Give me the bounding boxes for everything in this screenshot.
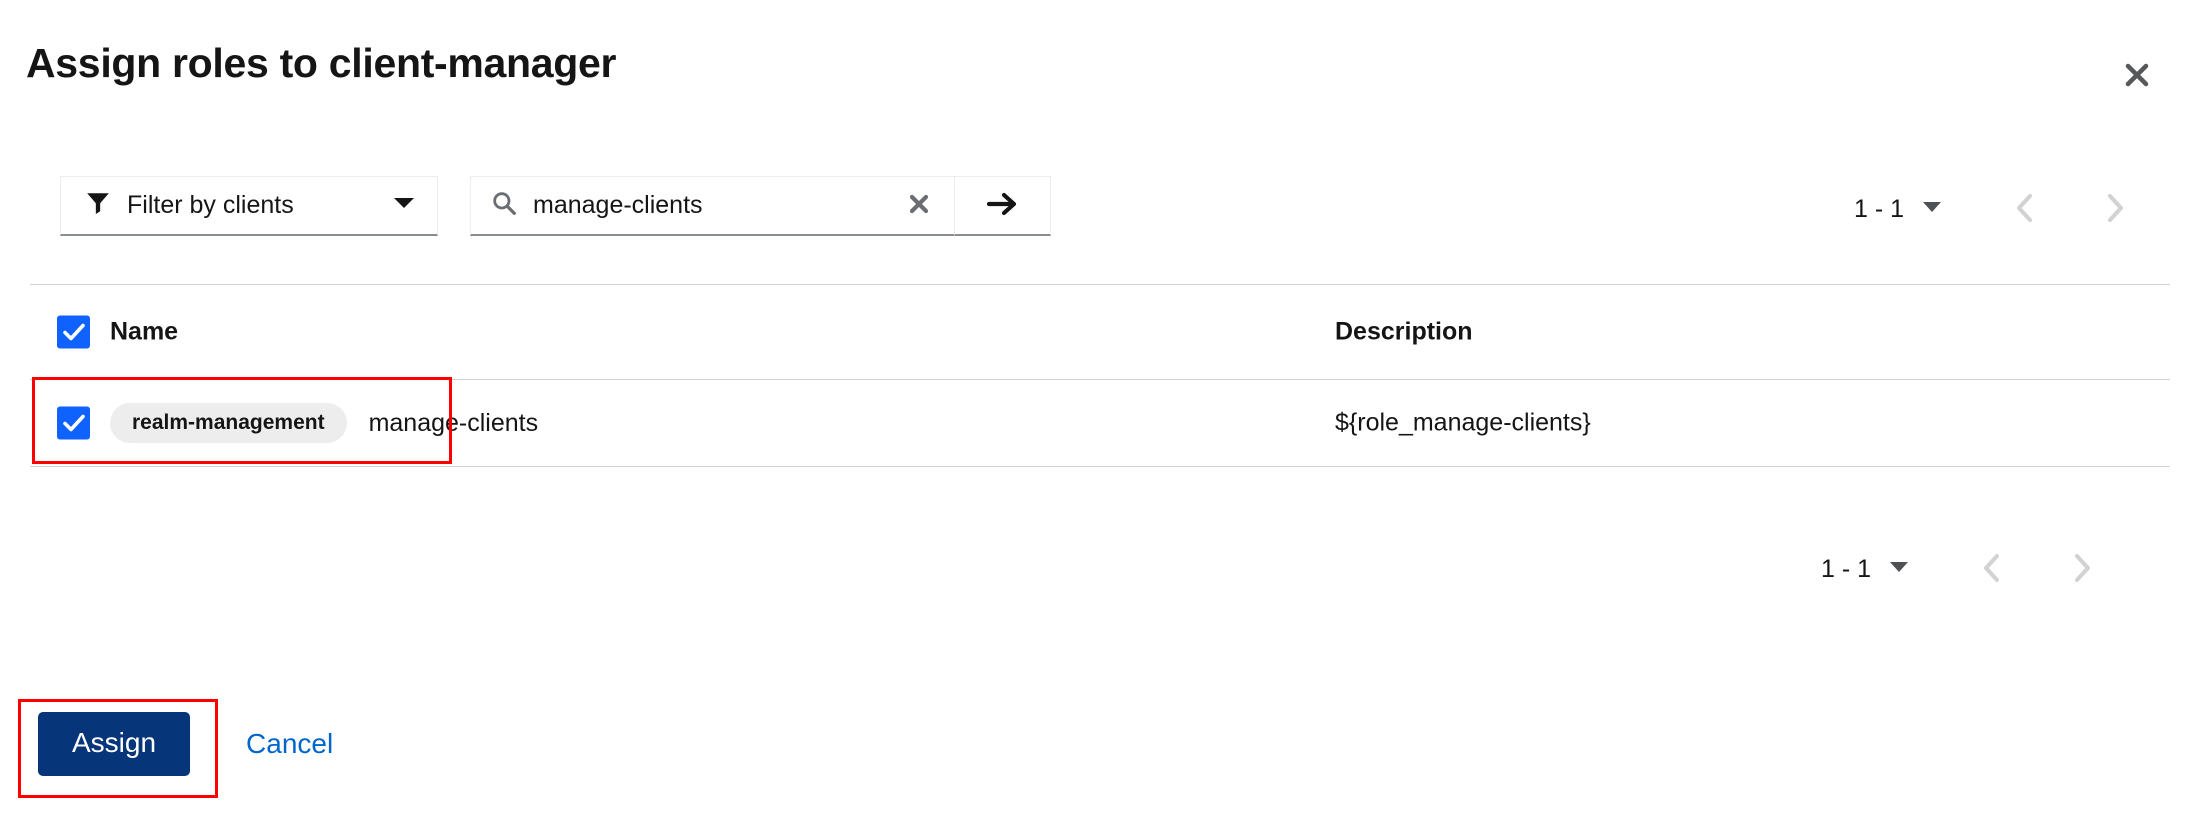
chevron-down-icon [393, 196, 415, 215]
assign-button[interactable]: Assign [38, 712, 191, 776]
column-header-name: Name [110, 317, 179, 346]
pagination-range: 1 - 1 [1820, 554, 1871, 583]
search-icon [491, 190, 517, 221]
page-title: Assign roles to client-manager [26, 40, 617, 86]
column-header-description-cell: Description [1335, 318, 1473, 347]
filter-icon [85, 190, 111, 221]
search-submit-button[interactable] [955, 176, 1051, 236]
chevron-left-icon [2014, 193, 2036, 226]
column-header-description: Description [1335, 317, 1473, 346]
close-icon [2121, 59, 2153, 91]
pagination-next-button[interactable] [2084, 186, 2146, 232]
caret-down-icon[interactable] [1889, 560, 1909, 578]
pagination-prev-button[interactable] [1961, 546, 2023, 592]
client-badge: realm-management [110, 403, 347, 443]
chevron-left-icon [1981, 553, 2003, 586]
pagination-prev-button[interactable] [1994, 186, 2056, 232]
caret-down-icon[interactable] [1922, 200, 1942, 218]
search-input[interactable] [533, 191, 890, 220]
select-all-cell [57, 315, 90, 349]
clear-search-button[interactable] [890, 190, 948, 221]
pagination-top: 1 - 1 [1854, 186, 2146, 232]
search-box[interactable] [470, 176, 955, 236]
table-row[interactable]: realm-management manage-clients ${role_m… [30, 380, 2170, 467]
arrow-right-icon [986, 190, 1019, 221]
modal-footer: Assign Cancel [0, 712, 333, 776]
column-header-name-cell: Name [110, 318, 178, 347]
close-icon [906, 191, 932, 220]
row-checkbox[interactable] [57, 406, 90, 440]
row-name-cell: realm-management manage-clients [110, 403, 538, 443]
search-group [470, 176, 1051, 236]
row-description-cell: ${role_manage-clients} [1335, 409, 1591, 438]
role-description: ${role_manage-clients} [1335, 408, 1591, 437]
close-button[interactable] [2112, 50, 2162, 100]
filter-by-clients-label: Filter by clients [127, 191, 294, 219]
roles-table: Name Description realm-management manage… [30, 284, 2170, 467]
table-header-row: Name Description [30, 284, 2170, 380]
chevron-right-icon [2104, 193, 2126, 226]
pagination-next-button[interactable] [2051, 546, 2113, 592]
role-name: manage-clients [368, 408, 539, 437]
select-all-checkbox[interactable] [57, 315, 90, 349]
filter-by-clients-dropdown[interactable]: Filter by clients [60, 176, 438, 236]
chevron-right-icon [2071, 553, 2093, 586]
pagination-bottom: 1 - 1 [1821, 546, 2113, 592]
pagination-range: 1 - 1 [1853, 194, 1904, 223]
cancel-button[interactable]: Cancel [246, 728, 333, 760]
row-select-cell [57, 406, 90, 440]
